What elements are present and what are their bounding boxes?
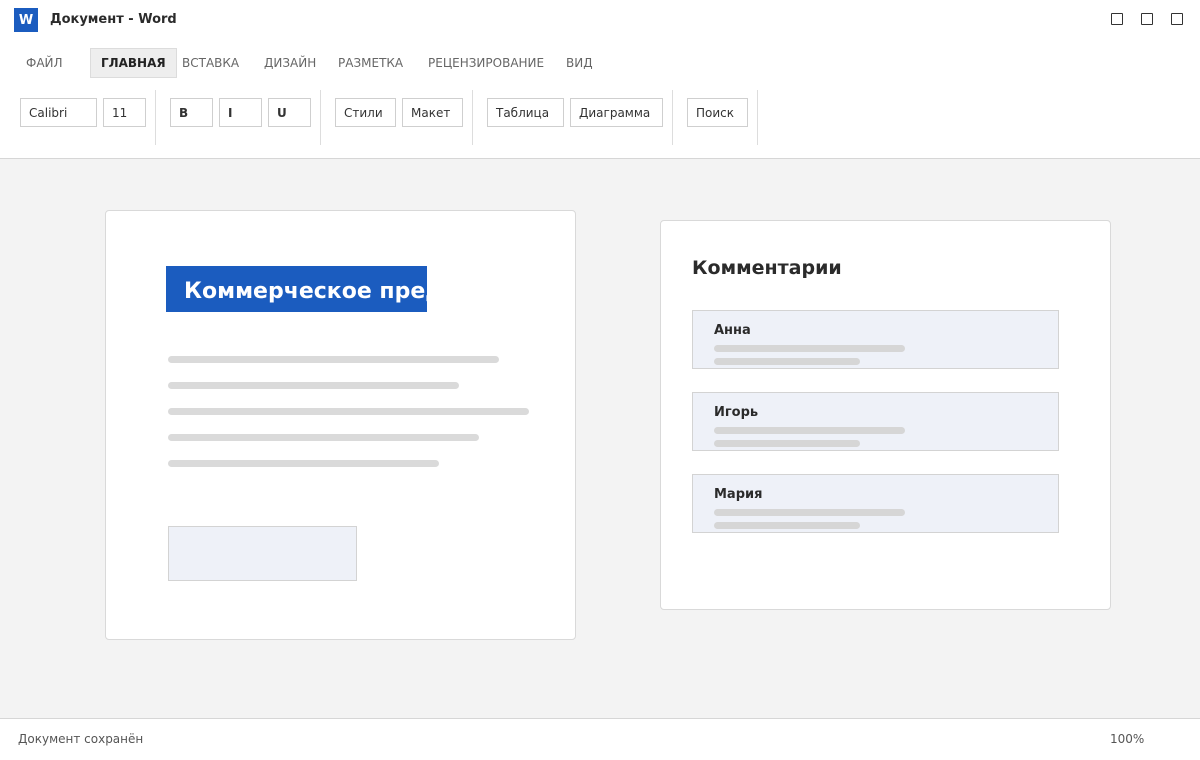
document-heading[interactable]: Коммерческое предложение [166, 266, 427, 312]
toolbar-separator [672, 90, 673, 145]
comment-text-placeholder [714, 509, 905, 516]
minimize-button[interactable] [1111, 13, 1123, 25]
text-line-placeholder [168, 382, 459, 389]
toolbar-separator [757, 90, 758, 145]
tab-view[interactable]: ВИД [556, 48, 603, 78]
word-app-icon: W [14, 8, 38, 32]
font-size-select[interactable]: 11 [103, 98, 146, 127]
tab-layout[interactable]: РАЗМЕТКА [328, 48, 413, 78]
window-title: Документ - Word [50, 12, 177, 27]
ribbon-toolbar: Calibri 11 B I U Стили Макет Таблица Диа… [0, 82, 1200, 159]
comment-author: Анна [714, 323, 751, 338]
layout-button[interactable]: Макет [402, 98, 463, 127]
comment-text-placeholder [714, 440, 860, 447]
text-line-placeholder [168, 356, 499, 363]
text-line-placeholder [168, 434, 479, 441]
toolbar-separator [155, 90, 156, 145]
comment-text-placeholder [714, 358, 860, 365]
title-bar: W Документ - Word [0, 0, 1200, 40]
maximize-button[interactable] [1141, 13, 1153, 25]
status-bar: Документ сохранён 100% [0, 718, 1200, 760]
comments-title: Комментарии [692, 257, 842, 279]
chart-button[interactable]: Диаграмма [570, 98, 663, 127]
save-status: Документ сохранён [18, 732, 144, 746]
font-name-select[interactable]: Calibri [20, 98, 97, 127]
comment-author: Игорь [714, 405, 759, 420]
bold-button[interactable]: B [170, 98, 213, 127]
styles-button[interactable]: Стили [335, 98, 396, 127]
comment-text-placeholder [714, 522, 860, 529]
tab-file[interactable]: ФАЙЛ [16, 48, 73, 78]
tab-review[interactable]: РЕЦЕНЗИРОВАНИЕ [418, 48, 554, 78]
comment-card[interactable]: Игорь [692, 392, 1059, 451]
search-button[interactable]: Поиск [687, 98, 748, 127]
comment-text-placeholder [714, 345, 905, 352]
comment-card[interactable]: Мария [692, 474, 1059, 533]
text-line-placeholder [168, 460, 439, 467]
tab-home[interactable]: ГЛАВНАЯ [90, 48, 177, 78]
italic-button[interactable]: I [219, 98, 262, 127]
close-button[interactable] [1171, 13, 1183, 25]
document-image-placeholder[interactable] [168, 526, 357, 581]
comment-card[interactable]: Анна [692, 310, 1059, 369]
document-page[interactable]: Коммерческое предложение [105, 210, 576, 640]
toolbar-separator [320, 90, 321, 145]
tab-design[interactable]: ДИЗАЙН [254, 48, 326, 78]
comments-panel: Комментарии Анна Игорь Мария [660, 220, 1111, 610]
text-line-placeholder [168, 408, 529, 415]
table-button[interactable]: Таблица [487, 98, 564, 127]
tab-insert[interactable]: ВСТАВКА [172, 48, 249, 78]
ribbon-tab-bar: ФАЙЛ ГЛАВНАЯ ВСТАВКА ДИЗАЙН РАЗМЕТКА РЕЦ… [0, 40, 1200, 82]
zoom-level[interactable]: 100% [1110, 732, 1144, 746]
toolbar-separator [472, 90, 473, 145]
underline-button[interactable]: U [268, 98, 311, 127]
comment-author: Мария [714, 487, 763, 502]
comment-text-placeholder [714, 427, 905, 434]
